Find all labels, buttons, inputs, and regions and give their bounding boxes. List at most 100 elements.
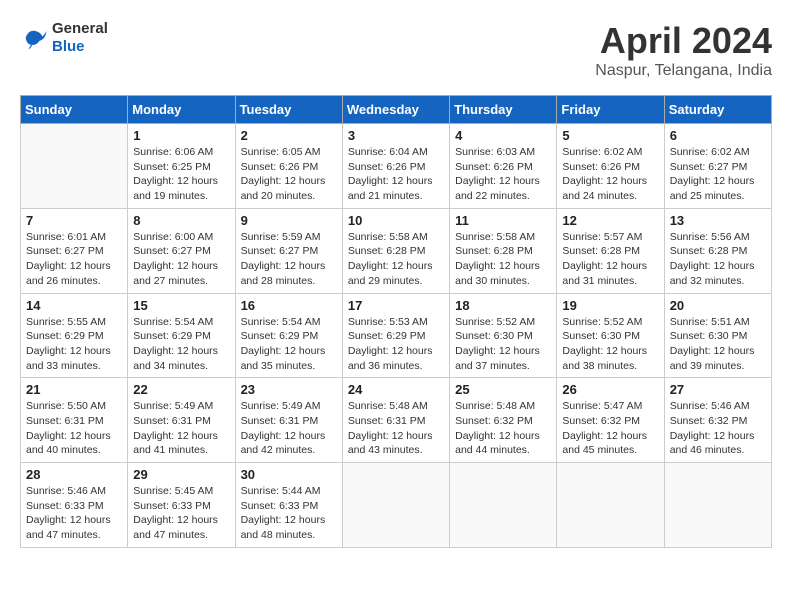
logo-text: General Blue [52,20,108,56]
logo-bird-icon [20,24,48,52]
day-info: Sunrise: 6:02 AMSunset: 6:27 PMDaylight:… [670,145,766,204]
day-info: Sunrise: 5:46 AMSunset: 6:33 PMDaylight:… [26,484,122,543]
calendar-cell: 9 Sunrise: 5:59 AMSunset: 6:27 PMDaylight… [235,208,342,293]
calendar-cell [21,124,128,209]
calendar-cell: 7Sunrise: 6:01 AMSunset: 6:27 PMDaylight… [21,208,128,293]
month-title: April 2024 [595,20,772,62]
day-number: 29 [133,467,229,482]
day-number: 25 [455,382,551,397]
calendar-cell: 18Sunrise: 5:52 AMSunset: 6:30 PMDayligh… [450,293,557,378]
day-number: 19 [562,298,658,313]
day-number: 6 [670,128,766,143]
day-number: 11 [455,213,551,228]
calendar-week-5: 28 Sunrise: 5:46 AMSunset: 6:33 PMDayligh… [21,463,772,548]
day-info: Sunrise: 5:50 AMSunset: 6:31 PMDaylight:… [26,399,122,458]
day-number: 30 [241,467,337,482]
day-number: 23 [241,382,337,397]
day-info: Sunrise: 5:54 AMSunset: 6:29 PMDaylight:… [133,315,229,374]
calendar-cell: 27 Sunrise: 5:46 AMSunset: 6:32 PMDayligh… [664,378,771,463]
calendar-week-3: 14 Sunrise: 5:55 AMSunset: 6:29 PMDayligh… [21,293,772,378]
calendar-cell: 29 Sunrise: 5:45 AMSunset: 6:33 PMDayligh… [128,463,235,548]
calendar-week-2: 7Sunrise: 6:01 AMSunset: 6:27 PMDaylight… [21,208,772,293]
calendar-cell: 2 Sunrise: 6:05 AMSunset: 6:26 PMDaylight… [235,124,342,209]
calendar-cell: 19 Sunrise: 5:52 AMSunset: 6:30 PMDayligh… [557,293,664,378]
day-info: Sunrise: 5:49 AMSunset: 6:31 PMDaylight:… [241,399,337,458]
day-number: 26 [562,382,658,397]
title-block: April 2024 Naspur, Telangana, India [595,20,772,80]
col-header-tuesday: Tuesday [235,96,342,124]
day-number: 3 [348,128,444,143]
calendar-cell: 13Sunrise: 5:56 AMSunset: 6:28 PMDayligh… [664,208,771,293]
day-number: 10 [348,213,444,228]
day-info: Sunrise: 6:03 AMSunset: 6:26 PMDaylight:… [455,145,551,204]
day-info: Sunrise: 5:46 AMSunset: 6:32 PMDaylight:… [670,399,766,458]
day-info: Sunrise: 6:01 AMSunset: 6:27 PMDaylight:… [26,230,122,289]
logo-general: General [52,20,108,38]
calendar-cell: 17 Sunrise: 5:53 AMSunset: 6:29 PMDayligh… [342,293,449,378]
day-number: 28 [26,467,122,482]
col-header-sunday: Sunday [21,96,128,124]
calendar-cell: 11 Sunrise: 5:58 AMSunset: 6:28 PMDayligh… [450,208,557,293]
col-header-friday: Friday [557,96,664,124]
day-number: 1 [133,128,229,143]
calendar-cell: 15Sunrise: 5:54 AMSunset: 6:29 PMDayligh… [128,293,235,378]
calendar-header-row: SundayMondayTuesdayWednesdayThursdayFrid… [21,96,772,124]
calendar-cell: 16 Sunrise: 5:54 AMSunset: 6:29 PMDayligh… [235,293,342,378]
day-info: Sunrise: 5:44 AMSunset: 6:33 PMDaylight:… [241,484,337,543]
day-number: 2 [241,128,337,143]
day-number: 16 [241,298,337,313]
calendar-cell: 22 Sunrise: 5:49 AMSunset: 6:31 PMDayligh… [128,378,235,463]
day-info: Sunrise: 5:51 AMSunset: 6:30 PMDaylight:… [670,315,766,374]
day-info: Sunrise: 5:49 AMSunset: 6:31 PMDaylight:… [133,399,229,458]
day-number: 9 [241,213,337,228]
calendar-cell [557,463,664,548]
col-header-wednesday: Wednesday [342,96,449,124]
calendar-week-1: 1Sunrise: 6:06 AMSunset: 6:25 PMDaylight… [21,124,772,209]
day-number: 27 [670,382,766,397]
day-info: Sunrise: 6:02 AMSunset: 6:26 PMDaylight:… [562,145,658,204]
calendar-cell [342,463,449,548]
day-info: Sunrise: 5:48 AMSunset: 6:31 PMDaylight:… [348,399,444,458]
day-info: Sunrise: 5:58 AMSunset: 6:28 PMDaylight:… [348,230,444,289]
day-info: Sunrise: 5:45 AMSunset: 6:33 PMDaylight:… [133,484,229,543]
day-info: Sunrise: 5:55 AMSunset: 6:29 PMDaylight:… [26,315,122,374]
day-info: Sunrise: 6:05 AMSunset: 6:26 PMDaylight:… [241,145,337,204]
day-info: Sunrise: 5:47 AMSunset: 6:32 PMDaylight:… [562,399,658,458]
day-info: Sunrise: 5:54 AMSunset: 6:29 PMDaylight:… [241,315,337,374]
day-number: 14 [26,298,122,313]
calendar-cell: 1Sunrise: 6:06 AMSunset: 6:25 PMDaylight… [128,124,235,209]
calendar-cell: 4 Sunrise: 6:03 AMSunset: 6:26 PMDaylight… [450,124,557,209]
page-header: General Blue April 2024 Naspur, Telangan… [20,20,772,80]
logo-blue: Blue [52,38,108,56]
day-info: Sunrise: 5:48 AMSunset: 6:32 PMDaylight:… [455,399,551,458]
calendar-cell: 3 Sunrise: 6:04 AMSunset: 6:26 PMDaylight… [342,124,449,209]
calendar-cell: 30 Sunrise: 5:44 AMSunset: 6:33 PMDayligh… [235,463,342,548]
day-number: 5 [562,128,658,143]
day-number: 24 [348,382,444,397]
day-number: 21 [26,382,122,397]
calendar-cell [450,463,557,548]
day-number: 8 [133,213,229,228]
calendar-cell: 10 Sunrise: 5:58 AMSunset: 6:28 PMDayligh… [342,208,449,293]
calendar-cell: 8 Sunrise: 6:00 AMSunset: 6:27 PMDaylight… [128,208,235,293]
day-number: 22 [133,382,229,397]
day-info: Sunrise: 6:00 AMSunset: 6:27 PMDaylight:… [133,230,229,289]
calendar-cell: 21 Sunrise: 5:50 AMSunset: 6:31 PMDayligh… [21,378,128,463]
calendar-cell: 23 Sunrise: 5:49 AMSunset: 6:31 PMDayligh… [235,378,342,463]
day-info: Sunrise: 5:59 AMSunset: 6:27 PMDaylight:… [241,230,337,289]
col-header-monday: Monday [128,96,235,124]
day-info: Sunrise: 5:52 AMSunset: 6:30 PMDaylight:… [562,315,658,374]
calendar-cell: 6 Sunrise: 6:02 AMSunset: 6:27 PMDaylight… [664,124,771,209]
day-number: 12 [562,213,658,228]
day-number: 17 [348,298,444,313]
calendar-cell: 12Sunrise: 5:57 AMSunset: 6:28 PMDayligh… [557,208,664,293]
calendar-table: SundayMondayTuesdayWednesdayThursdayFrid… [20,95,772,548]
calendar-cell [664,463,771,548]
day-info: Sunrise: 6:04 AMSunset: 6:26 PMDaylight:… [348,145,444,204]
calendar-cell: 26 Sunrise: 5:47 AMSunset: 6:32 PMDayligh… [557,378,664,463]
day-info: Sunrise: 5:52 AMSunset: 6:30 PMDaylight:… [455,315,551,374]
day-number: 4 [455,128,551,143]
day-info: Sunrise: 5:58 AMSunset: 6:28 PMDaylight:… [455,230,551,289]
day-info: Sunrise: 5:53 AMSunset: 6:29 PMDaylight:… [348,315,444,374]
location-subtitle: Naspur, Telangana, India [595,62,772,80]
